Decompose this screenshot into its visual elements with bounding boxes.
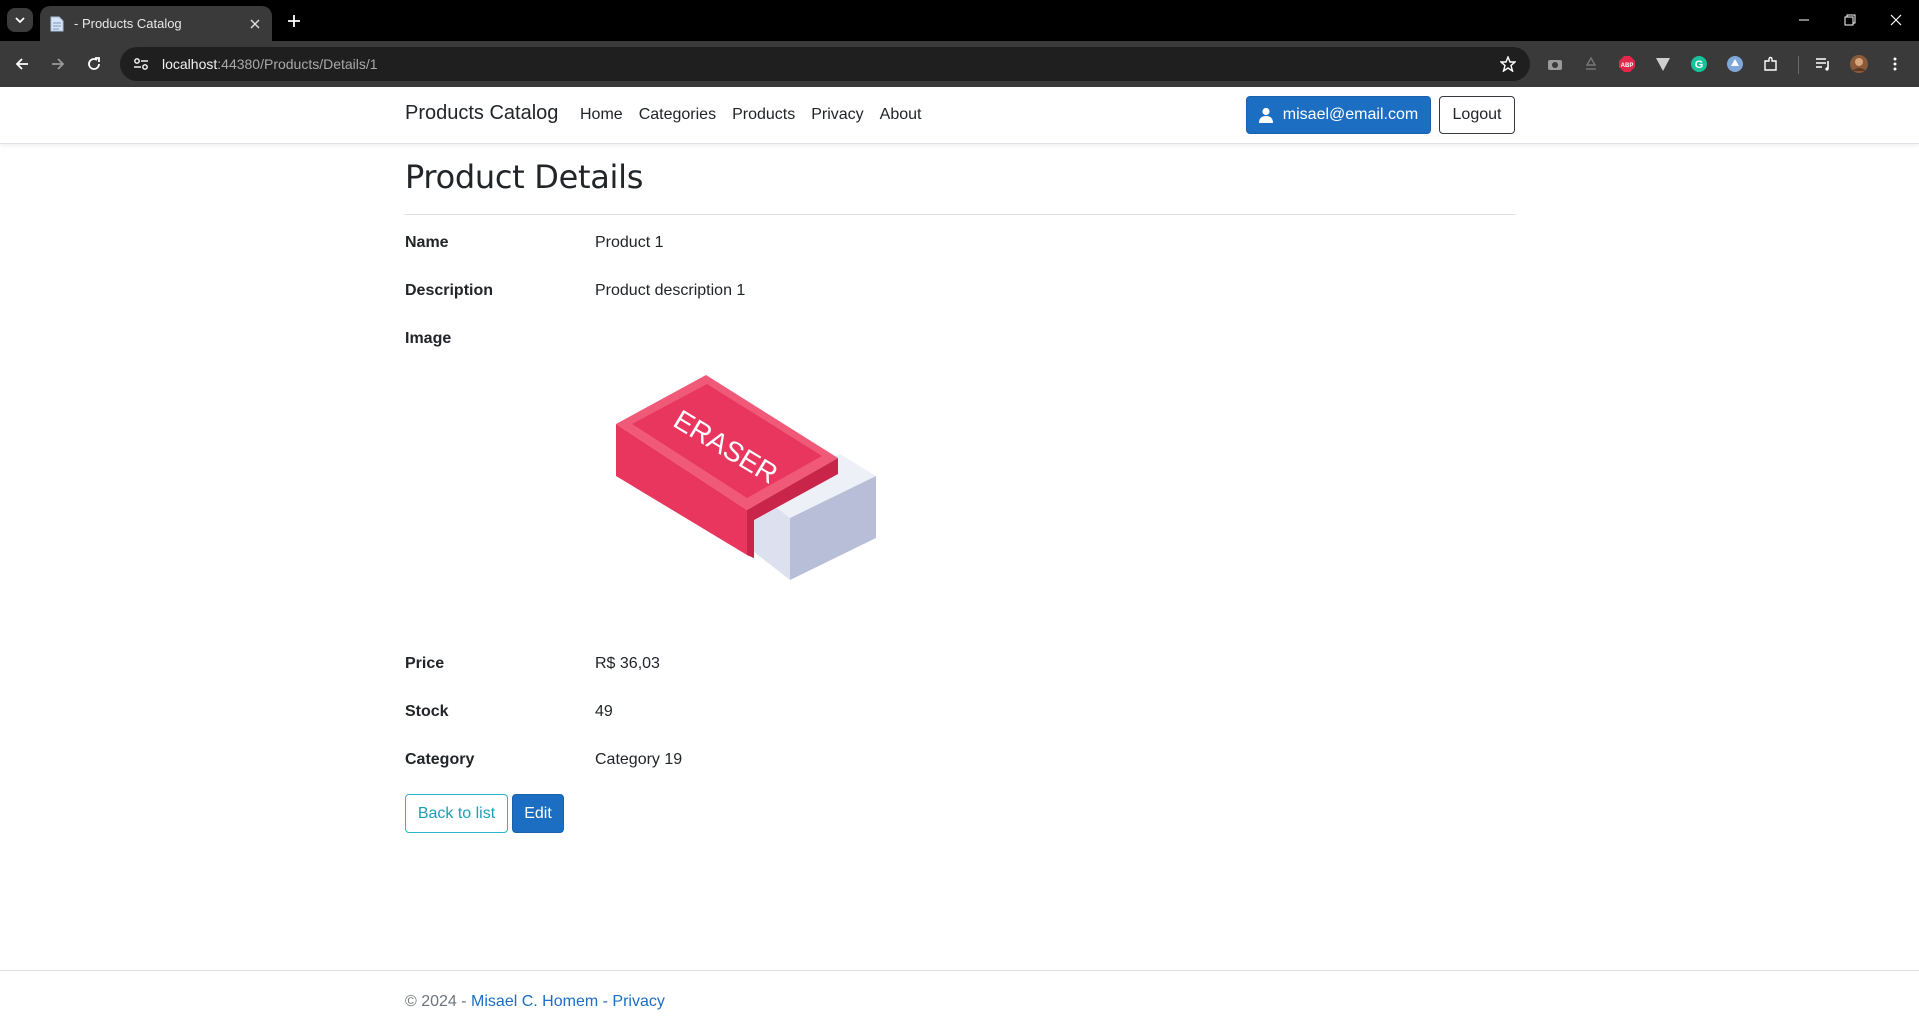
vimium-extension-icon[interactable] xyxy=(1651,52,1675,76)
bookmark-star-icon[interactable] xyxy=(1496,52,1520,76)
user-icon xyxy=(1258,107,1273,123)
price-label: Price xyxy=(405,655,445,672)
tab-title: - Products Catalog xyxy=(74,16,182,31)
user-email: misael@email.com xyxy=(1282,106,1419,123)
price-value: R$ 36,03 xyxy=(595,655,660,672)
footer-separator: - xyxy=(598,993,613,1010)
user-account-button[interactable]: misael@email.com xyxy=(1246,96,1431,134)
reload-icon[interactable] xyxy=(82,52,106,76)
footer: © 2024 - Misael C. Homem - Privacy xyxy=(0,970,1919,1031)
grammarly-extension-icon[interactable]: G xyxy=(1687,52,1711,76)
restore-icon[interactable] xyxy=(1836,8,1864,32)
new-tab-icon[interactable] xyxy=(282,9,306,33)
back-arrow-icon[interactable] xyxy=(10,52,34,76)
nav-link-home[interactable]: Home xyxy=(580,106,623,124)
url-text: localhost:44380/Products/Details/1 xyxy=(162,56,378,72)
svg-text:G: G xyxy=(1695,59,1704,71)
toolbar-separator xyxy=(1798,56,1799,74)
svg-text:ABP: ABP xyxy=(1621,63,1634,69)
footer-text: © 2024 - Misael C. Homem - Privacy xyxy=(405,993,665,1011)
site-info-icon[interactable] xyxy=(128,51,154,77)
stock-value: 49 xyxy=(595,703,613,720)
media-controls-icon[interactable] xyxy=(1811,52,1835,76)
page-favicon-icon xyxy=(50,15,66,33)
image-label: Image xyxy=(405,330,452,347)
logout-button[interactable]: Logout xyxy=(1439,96,1515,134)
address-bar[interactable]: localhost:44380/Products/Details/1 xyxy=(120,47,1530,81)
profile-avatar-icon[interactable] xyxy=(1847,52,1871,76)
back-to-list-button[interactable]: Back to list xyxy=(405,794,508,833)
name-label: Name xyxy=(405,234,449,251)
recycle-extension-icon[interactable] xyxy=(1579,52,1603,76)
minimize-icon[interactable] xyxy=(1790,8,1818,32)
footer-privacy-link[interactable]: Privacy xyxy=(612,993,664,1010)
description-value: Product description 1 xyxy=(595,282,746,299)
nav-link-about[interactable]: About xyxy=(880,106,922,124)
edit-button[interactable]: Edit xyxy=(512,794,564,833)
blue-extension-icon[interactable] xyxy=(1723,52,1747,76)
tab-search-button[interactable] xyxy=(7,8,33,32)
nav-link-privacy[interactable]: Privacy xyxy=(811,106,863,124)
active-tab[interactable]: - Products Catalog xyxy=(40,6,272,41)
category-label: Category xyxy=(405,751,475,768)
stock-label: Stock xyxy=(405,703,449,720)
adblock-extension-icon[interactable]: ABP xyxy=(1615,52,1639,76)
camera-extension-icon[interactable] xyxy=(1543,52,1567,76)
author-link[interactable]: Misael C. Homem xyxy=(471,993,598,1010)
description-label: Description xyxy=(405,282,494,299)
copyright-text: © 2024 - xyxy=(405,993,472,1010)
browser-toolbar: localhost:44380/Products/Details/1 ABP G xyxy=(0,41,1919,87)
chevron-down-icon xyxy=(15,17,25,24)
forward-arrow-icon[interactable] xyxy=(46,52,70,76)
browser-tab-bar: - Products Catalog xyxy=(0,0,1919,41)
close-tab-icon[interactable] xyxy=(244,13,266,35)
browser-menu-icon[interactable] xyxy=(1883,52,1907,76)
brand-link[interactable]: Products Catalog xyxy=(405,102,558,125)
page-title: Product Details xyxy=(405,158,644,196)
extensions-puzzle-icon[interactable] xyxy=(1759,52,1783,76)
divider xyxy=(405,214,1515,215)
nav-link-products[interactable]: Products xyxy=(732,106,795,124)
nav-link-categories[interactable]: Categories xyxy=(639,106,716,124)
close-window-icon[interactable] xyxy=(1882,8,1910,32)
name-value: Product 1 xyxy=(595,234,664,251)
category-value: Category 19 xyxy=(595,751,683,768)
product-image-eraser: ERASER xyxy=(616,375,876,580)
site-navbar: Products Catalog Home Categories Product… xyxy=(0,87,1919,144)
nav-links: Home Categories Products Privacy About xyxy=(580,106,937,124)
